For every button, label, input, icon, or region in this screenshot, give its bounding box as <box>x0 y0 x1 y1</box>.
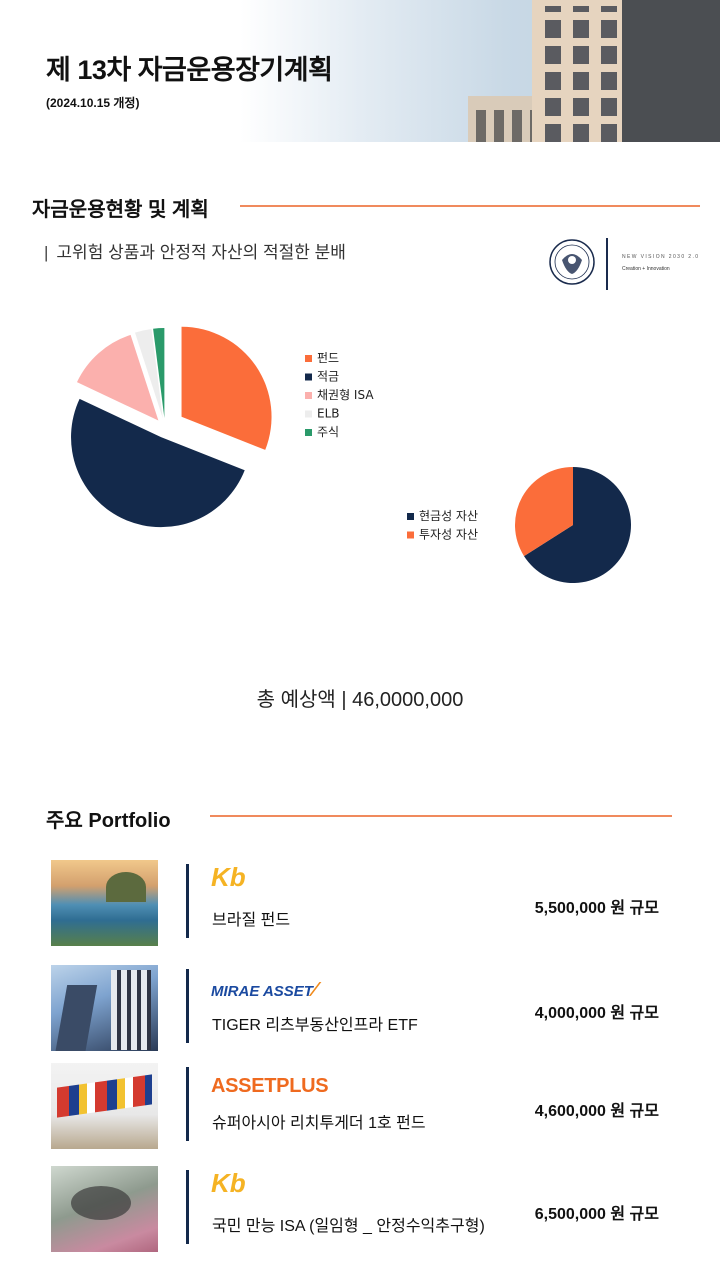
section-subtitle: | 고위험 상품과 안정적 자산의 적절한 분배 <box>44 238 346 263</box>
logo-slogan-text: Creation + Innovation <box>622 266 670 272</box>
row-divider <box>186 864 189 938</box>
subtitle-bar: | <box>44 243 49 262</box>
row-divider <box>186 1067 189 1141</box>
section-rule <box>240 205 700 207</box>
skyscraper-photo <box>51 965 158 1051</box>
revision-date: (2024.10.15 개정) <box>46 96 140 110</box>
legend-swatch <box>305 429 312 436</box>
banknote-photo <box>51 1166 158 1252</box>
mirae-asset-logo: MIRAE ASSET⁄ <box>211 979 316 1002</box>
product-name: 국민 만능 ISA (일임형 _ 안정수익추구형) <box>212 1218 485 1235</box>
assetplus-logo: ASSETPLUS <box>211 1075 329 1097</box>
product-name: 브라질 펀드 <box>212 912 291 929</box>
portfolio-item: Kb 국민 만능 ISA (일임형 _ 안정수익추구형) 6,500,000 원… <box>0 1166 720 1258</box>
legend-label: 적금 <box>317 370 339 384</box>
row-divider <box>186 969 189 1043</box>
product-amount: 6,500,000 원 규모 <box>534 1206 659 1223</box>
product-name: 슈퍼아시아 리치투게더 1호 펀드 <box>212 1115 426 1132</box>
flags-photo <box>51 1063 158 1149</box>
portfolio-item: ASSETPLUS 슈퍼아시아 리치투게더 1호 펀드 4,600,000 원 … <box>0 1063 720 1155</box>
swoosh-icon: ⁄ <box>312 979 317 1001</box>
legend-label: 현금성 자산 <box>419 509 478 523</box>
section-title-fund-status: 자금운용현황 및 계획 <box>32 199 209 221</box>
row-divider <box>186 1170 189 1244</box>
building-image-right <box>622 0 720 142</box>
subtitle-text: 고위험 상품과 안정적 자산의 적절한 분배 <box>56 243 346 262</box>
section-title-portfolio: 주요 Portfolio <box>46 810 171 832</box>
legend-swatch <box>407 531 414 539</box>
asset-type-pie-chart: 현금성 자산투자성 자산 <box>407 467 631 583</box>
legend-swatch <box>407 513 414 520</box>
emblem-icon <box>549 239 595 285</box>
portfolio-item: MIRAE ASSET⁄ TIGER 리츠부동산인프라 ETF 4,000,00… <box>0 965 720 1057</box>
legend-swatch <box>305 373 312 381</box>
legend-label: ELB <box>317 407 340 421</box>
legend-label: 주식 <box>317 425 339 439</box>
product-amount: 4,600,000 원 규모 <box>534 1103 659 1120</box>
product-amount: 4,000,000 원 규모 <box>534 1005 659 1022</box>
product-amount: 5,500,000 원 규모 <box>534 900 659 917</box>
building-windows-left <box>476 110 536 142</box>
legend-swatch <box>305 392 312 399</box>
legend-swatch <box>305 355 312 362</box>
header-banner: 제 13차 자금운용장기계획 (2024.10.15 개정) <box>0 0 720 142</box>
coastal-city-photo <box>51 860 158 946</box>
legend-label: 투자성 자산 <box>419 528 478 542</box>
allocation-pie-chart: 펀드적금채권형 ISA ELB 주식 <box>71 326 374 528</box>
building-windows-center <box>545 6 630 142</box>
kb-logo: Kb <box>211 862 246 892</box>
legend-label: 펀드 <box>317 351 339 365</box>
product-name: TIGER 리츠부동산인프라 ETF <box>212 1017 418 1034</box>
legend-label: 채권형 ISA <box>317 388 374 402</box>
page-title: 제 13차 자금운용장기계획 <box>46 55 333 85</box>
legend-swatch <box>305 410 312 418</box>
pie-slice-0 <box>181 326 272 450</box>
mirae-logo-text: MIRAE ASSET <box>211 983 313 1000</box>
logo-vision-text: NEW VISION 2030 2.0 <box>622 254 700 260</box>
section-rule <box>210 815 672 817</box>
logo-divider <box>606 238 608 290</box>
kb-logo: Kb <box>211 1168 246 1198</box>
portfolio-item: Kb 브라질 펀드 5,500,000 원 규모 <box>0 860 720 952</box>
total-estimate: 총 예상액 | 46,0000,000 <box>256 689 464 711</box>
